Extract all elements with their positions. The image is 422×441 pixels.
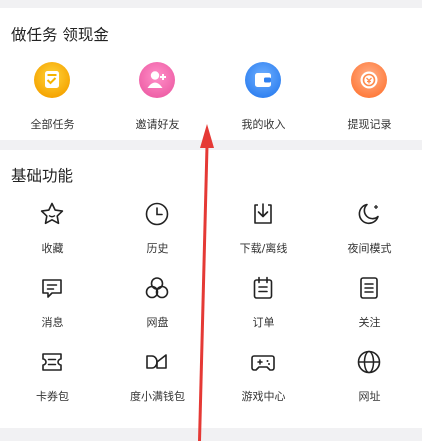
favorites-button[interactable]: 收藏 [0,200,105,260]
cloud-drive-label: 网盘 [146,316,169,329]
websites-button[interactable]: 网址 [317,348,422,408]
coupons-button[interactable]: 卡券包 [0,348,105,408]
coupon-icon [38,348,66,376]
game-center-button[interactable]: 游戏中心 [211,348,316,408]
withdraw-record-button[interactable]: 提现记录 [317,62,422,132]
all-tasks-label: 全部任务 [30,118,75,131]
dxm-wallet-label: 度小满钱包 [130,390,185,403]
messages-button[interactable]: 消息 [0,274,105,334]
messages-label: 消息 [41,316,64,329]
cloud-drive-button[interactable]: 网盘 [105,274,210,334]
game-center-label: 游戏中心 [241,390,286,403]
history-button[interactable]: 历史 [105,200,210,260]
my-income-label: 我的收入 [241,118,286,131]
basic-functions-card: 基础功能 收藏 历史 下载/离线 夜间模式 消息 网盘 订单 关注 卡券包 度小… [0,150,422,428]
message-icon [38,274,66,302]
wallet-icon [245,62,281,98]
my-income-button[interactable]: 我的收入 [211,62,316,132]
globe-icon [355,348,383,376]
orders-button[interactable]: 订单 [211,274,316,334]
moon-icon [355,200,383,228]
withdraw-record-icon [351,62,387,98]
tasks-section-title: 做任务 领现金 [11,26,109,44]
websites-label: 网址 [358,390,381,403]
dxm-wallet-button[interactable]: 度小满钱包 [105,348,210,408]
invite-friends-label: 邀请好友 [135,118,180,131]
cloud-drive-icon [143,274,171,302]
star-icon [38,200,66,228]
download-icon [249,200,277,228]
follow-button[interactable]: 关注 [317,274,422,334]
follow-list-icon [355,274,383,302]
download-offline-button[interactable]: 下载/离线 [211,200,316,260]
withdraw-record-label: 提现记录 [347,118,392,131]
follow-label: 关注 [358,316,381,329]
clock-icon [143,200,171,228]
night-mode-label: 夜间模式 [347,242,392,255]
basic-section-title: 基础功能 [11,167,74,185]
download-offline-label: 下载/离线 [239,242,288,255]
order-icon [249,274,277,302]
favorites-label: 收藏 [41,242,64,255]
history-label: 历史 [146,242,169,255]
dxm-wallet-icon [143,348,171,376]
all-tasks-icon [34,62,70,98]
orders-label: 订单 [252,316,275,329]
coupons-label: 卡券包 [36,390,69,403]
invite-friends-icon [139,62,175,98]
invite-friends-button[interactable]: 邀请好友 [105,62,210,132]
tasks-card: 做任务 领现金 全部任务 邀请好友 我的收入 提现记录 [0,8,422,140]
gamepad-icon [249,348,277,376]
night-mode-button[interactable]: 夜间模式 [317,200,422,260]
all-tasks-button[interactable]: 全部任务 [0,62,105,132]
